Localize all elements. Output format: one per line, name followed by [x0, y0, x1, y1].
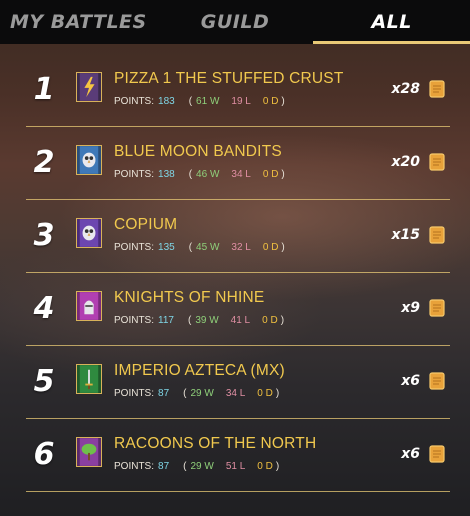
points-value: 183: [158, 96, 175, 107]
points-label: POINTS:: [114, 315, 155, 326]
reward-multiplier: x9: [401, 300, 420, 316]
points-value: 138: [158, 169, 175, 180]
stats-open-paren: (: [183, 388, 187, 399]
knight-banner-icon: [76, 291, 102, 321]
stats-open-paren: (: [188, 169, 193, 180]
guild-name: IMPERIO AZTECA (MX): [114, 362, 285, 379]
stats-close-paren: ): [281, 242, 285, 253]
guild-stats: POINTS: 87 (29 W 34 L 0 D): [114, 388, 279, 399]
guild-stats: POINTS: 87 (29 W 51 L 0 D): [114, 461, 279, 472]
points-label: POINTS:: [114, 388, 155, 399]
guild-stats: POINTS: 183 (61 W 19 L 0 D): [114, 96, 285, 107]
points-value: 87: [158, 461, 170, 472]
wins-value: 29 W: [190, 461, 214, 472]
losses-value: 51 L: [225, 461, 246, 472]
rank-number: 1: [33, 72, 55, 107]
lightning-banner-icon: [76, 72, 102, 102]
tab-my-battles[interactable]: MY BATTLES: [0, 0, 157, 44]
reward-multiplier: x6: [401, 446, 420, 462]
guild-stats: POINTS: 135 (45 W 32 L 0 D): [114, 242, 285, 253]
wins-value: 39 W: [195, 315, 219, 326]
points-label: POINTS:: [114, 461, 155, 472]
stats-open-paren: (: [188, 96, 193, 107]
reward-multiplier: x6: [401, 373, 420, 389]
guild-row[interactable]: 3 COPIUM POINTS: 135 (45 W 32 L 0 D) x15: [26, 200, 450, 273]
stats-close-paren: ): [281, 96, 285, 107]
tree-banner-icon: [76, 437, 102, 467]
guild-name: PIZZA 1 THE STUFFED CRUST: [114, 70, 344, 87]
points-value: 117: [158, 315, 174, 326]
guild-stats: POINTS: 138 (46 W 34 L 0 D): [114, 169, 285, 180]
stats-close-paren: ): [275, 461, 280, 472]
reward-multiplier: x20: [391, 154, 420, 170]
scroll-icon: [429, 153, 445, 171]
rank-number: 3: [33, 218, 55, 253]
losses-value: 32 L: [231, 242, 251, 253]
points-label: POINTS:: [114, 169, 155, 180]
guild-row[interactable]: 1 PIZZA 1 THE STUFFED CRUST POINTS: 183 (6…: [26, 54, 450, 127]
wins-value: 46 W: [196, 169, 220, 180]
guild-stats: POINTS: 117 (39 W 41 L 0 D): [114, 315, 284, 326]
points-value: 135: [158, 242, 175, 253]
points-label: POINTS:: [114, 242, 155, 253]
points-value: 87: [158, 388, 170, 399]
guild-name: COPIUM: [114, 216, 178, 233]
guild-row[interactable]: 2 BLUE MOON BANDITS POINTS: 138 (46 W 34 L 0…: [26, 127, 450, 200]
sword-banner-icon: [76, 364, 102, 394]
stats-open-paren: (: [183, 461, 187, 472]
stats-open-paren: (: [188, 242, 193, 253]
guild-name: BLUE MOON BANDITS: [114, 143, 282, 160]
tab-guild[interactable]: GUILD: [157, 0, 314, 44]
draws-value: 0 D: [262, 169, 279, 180]
wins-value: 61 W: [196, 96, 220, 107]
draws-value: 0 D: [257, 388, 273, 399]
stats-open-paren: (: [187, 315, 192, 326]
stats-close-paren: ): [281, 169, 285, 180]
tab-all[interactable]: ALL: [313, 0, 470, 44]
draws-value: 0 D: [262, 242, 279, 253]
rank-number: 4: [33, 291, 55, 326]
draws-value: 0 D: [257, 461, 273, 472]
guild-row[interactable]: 4 KNIGHTS OF NHINE POINTS: 117 (39 W 41 L 0 …: [26, 273, 450, 346]
tab-bar: MY BATTLES GUILD ALL: [0, 0, 470, 44]
losses-value: 19 L: [231, 96, 251, 107]
stats-close-paren: ): [280, 315, 285, 326]
guild-name: RACOONS OF THE NORTH: [114, 435, 317, 452]
rank-number: 6: [33, 437, 55, 472]
points-label: POINTS:: [114, 96, 155, 107]
guild-row[interactable]: 5 IMPERIO AZTECA (MX) POINTS: 87 (29 W 34 L…: [26, 346, 450, 419]
stats-close-paren: ): [275, 388, 280, 399]
draws-value: 0 D: [262, 315, 278, 326]
scroll-icon: [429, 372, 445, 390]
reward-multiplier: x15: [391, 227, 420, 243]
reward-multiplier: x28: [391, 81, 420, 97]
owl-banner-icon: [76, 218, 102, 248]
scroll-icon: [429, 445, 445, 463]
losses-value: 34 L: [231, 169, 251, 180]
scroll-icon: [429, 299, 445, 317]
wins-value: 45 W: [196, 242, 220, 253]
rank-number: 5: [33, 364, 55, 399]
losses-value: 34 L: [225, 388, 246, 399]
rank-number: 2: [33, 145, 55, 180]
losses-value: 41 L: [230, 315, 251, 326]
guild-name: KNIGHTS OF NHINE: [114, 289, 265, 306]
scroll-icon: [429, 80, 445, 98]
wins-value: 29 W: [190, 388, 214, 399]
guild-row[interactable]: 6 RACOONS OF THE NORTH POINTS: 87 (29 W 51 …: [26, 419, 450, 492]
draws-value: 0 D: [262, 96, 279, 107]
guild-leaderboard: 1 PIZZA 1 THE STUFFED CRUST POINTS: 183(6…: [26, 54, 450, 492]
scroll-icon: [429, 226, 445, 244]
owl-banner-icon: [76, 145, 102, 175]
